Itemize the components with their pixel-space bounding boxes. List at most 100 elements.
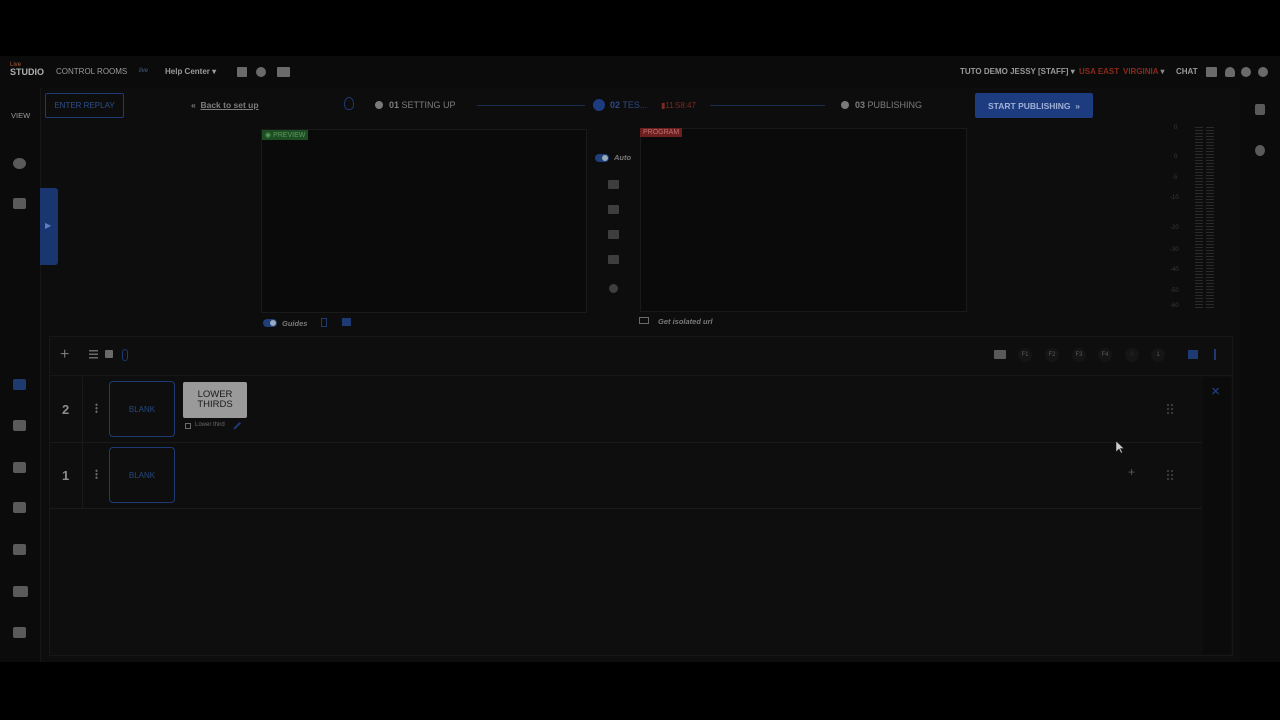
guides-label: Guides (282, 319, 308, 328)
auto-label: Auto (614, 153, 632, 162)
camera-icon[interactable] (13, 379, 26, 390)
grid-icon[interactable] (13, 198, 26, 209)
divider (82, 443, 83, 508)
get-isolated-url-link[interactable]: Get isolated url (658, 317, 713, 326)
view-label: VIEW (11, 111, 31, 120)
back-to-setup-link[interactable]: « Back to set up (191, 100, 259, 110)
scissors-icon[interactable] (13, 462, 26, 473)
preview-monitor[interactable] (261, 129, 587, 313)
program-monitor[interactable] (640, 128, 967, 312)
test-timer: ▮11:58:47 (661, 101, 696, 110)
info-icon[interactable] (1258, 67, 1268, 77)
guides-toggle[interactable] (263, 319, 277, 327)
slide-transition-icon[interactable] (608, 255, 619, 264)
logo[interactable]: Live STUDIO (10, 62, 44, 77)
hotkey-0[interactable]: 0 (1125, 348, 1139, 362)
region-city-menu[interactable]: VIRGINIA ▾ (1123, 67, 1165, 76)
sliders-icon[interactable] (13, 627, 26, 638)
hotkey-f2[interactable]: F2 (1045, 348, 1059, 362)
lower-third-caption: Lower third (195, 422, 225, 428)
pencil-icon[interactable] (233, 421, 242, 430)
phone-icon[interactable] (321, 318, 327, 327)
kebab-menu-icon[interactable] (95, 403, 98, 413)
plus-icon[interactable]: + (60, 347, 69, 363)
right-sidebar (1240, 88, 1280, 662)
layer-side-panel: ✕ (1203, 377, 1231, 654)
cursor-icon (1116, 441, 1125, 454)
step-publishing[interactable]: 03 PUBLISHING (855, 100, 922, 110)
check-circle-icon (593, 99, 605, 111)
calendar-icon[interactable] (237, 67, 247, 77)
add-item-icon[interactable]: + (1128, 465, 1135, 479)
link-icon[interactable] (122, 349, 128, 361)
region-label: USA EAST (1079, 67, 1120, 76)
fade-transition-icon[interactable] (608, 205, 619, 214)
panel-icon[interactable] (1255, 104, 1265, 115)
chevron-down-icon: ▾ (1070, 67, 1075, 76)
layers-panel: + F1 F2 F3 F4 0 1 2 BLANK LOWER THIRDS L… (49, 336, 1233, 656)
double-chevron-right-icon: » (1075, 100, 1080, 111)
wipe-transition-icon[interactable] (608, 230, 619, 239)
overlay-icon[interactable] (342, 318, 351, 326)
chevron-down-icon: ▾ (1160, 67, 1165, 76)
auto-toggle[interactable] (595, 154, 609, 162)
lower-thirds-card[interactable]: LOWER THIRDS (183, 382, 247, 418)
align-icon[interactable] (89, 350, 98, 359)
audio-meter: 0 0 -5 -10 -20 -30 -40 -50 -60 (1150, 125, 1220, 310)
cut-transition-icon[interactable] (608, 180, 619, 189)
control-rooms-link[interactable]: CONTROL ROOMS (56, 67, 127, 76)
gear-icon[interactable] (1241, 67, 1251, 77)
step-connector (477, 105, 585, 106)
layout-icon[interactable] (277, 67, 290, 77)
step-dot-icon (375, 101, 383, 109)
gear-icon[interactable] (609, 284, 618, 293)
step-testing[interactable]: 02 TES... (610, 100, 647, 110)
drag-handle-icon[interactable] (1166, 403, 1175, 415)
dashboard-icon[interactable] (13, 158, 26, 169)
expand-vertical-icon[interactable] (1214, 349, 1216, 360)
preview-tag: ◉ PREVIEW (262, 130, 309, 140)
sidebar-toggle-tab[interactable]: ▶ (40, 188, 58, 265)
layer-row: 2 BLANK LOWER THIRDS Lower third (50, 377, 1202, 443)
blank-layer-card[interactable]: BLANK (109, 381, 175, 437)
keyboard-icon[interactable] (994, 350, 1006, 359)
chat-button[interactable]: CHAT (1176, 67, 1198, 76)
comment-icon[interactable] (13, 502, 26, 513)
close-icon[interactable]: ✕ (1211, 385, 1220, 398)
lock-icon[interactable] (105, 350, 113, 358)
people-icon[interactable] (13, 586, 28, 597)
hotkey-f3[interactable]: F3 (1072, 348, 1086, 362)
monitor-icon[interactable] (639, 317, 649, 324)
meter-bar-right (1206, 127, 1214, 309)
start-publishing-button[interactable]: START PUBLISHING » (975, 93, 1093, 118)
blank-layer-card[interactable]: BLANK (109, 447, 175, 503)
room-tag: live (139, 68, 149, 74)
double-chevron-left-icon: « (191, 100, 196, 110)
hotkey-1[interactable]: 1 (1151, 348, 1165, 362)
lightbulb-icon[interactable] (344, 97, 354, 110)
eye-icon: ◉ (265, 132, 272, 139)
hotkey-f1[interactable]: F1 (1018, 348, 1032, 362)
enter-replay-button[interactable]: ENTER REPLAY (45, 93, 124, 118)
meter-bar-left (1195, 127, 1203, 309)
copy-icon[interactable] (1188, 350, 1198, 359)
layer-number: 1 (62, 468, 70, 483)
globe-icon[interactable] (256, 67, 266, 77)
layer-row: 1 BLANK + (50, 443, 1202, 509)
undo-icon[interactable] (1255, 145, 1265, 156)
broadcast-icon[interactable] (13, 420, 26, 431)
hotkey-f4[interactable]: F4 (1098, 348, 1112, 362)
user-icon[interactable] (1225, 67, 1235, 77)
kebab-menu-icon[interactable] (95, 469, 98, 479)
text-icon[interactable] (13, 544, 26, 555)
layers-toolbar: + F1 F2 F3 F4 0 1 (50, 337, 1232, 376)
top-bar: Live STUDIO CONTROL ROOMS live Help Cent… (0, 56, 1280, 88)
divider (82, 377, 83, 442)
chat-icon[interactable] (1206, 67, 1217, 77)
help-center-menu[interactable]: Help Center ▾ (165, 67, 216, 76)
drag-handle-icon[interactable] (1166, 469, 1175, 481)
checkbox-icon[interactable] (185, 423, 191, 429)
left-sidebar: VIEW (0, 88, 41, 662)
user-menu[interactable]: TUTO DEMO JESSY [STAFF] ▾ (960, 67, 1075, 76)
step-setting-up[interactable]: 01 SETTING UP (389, 100, 456, 110)
